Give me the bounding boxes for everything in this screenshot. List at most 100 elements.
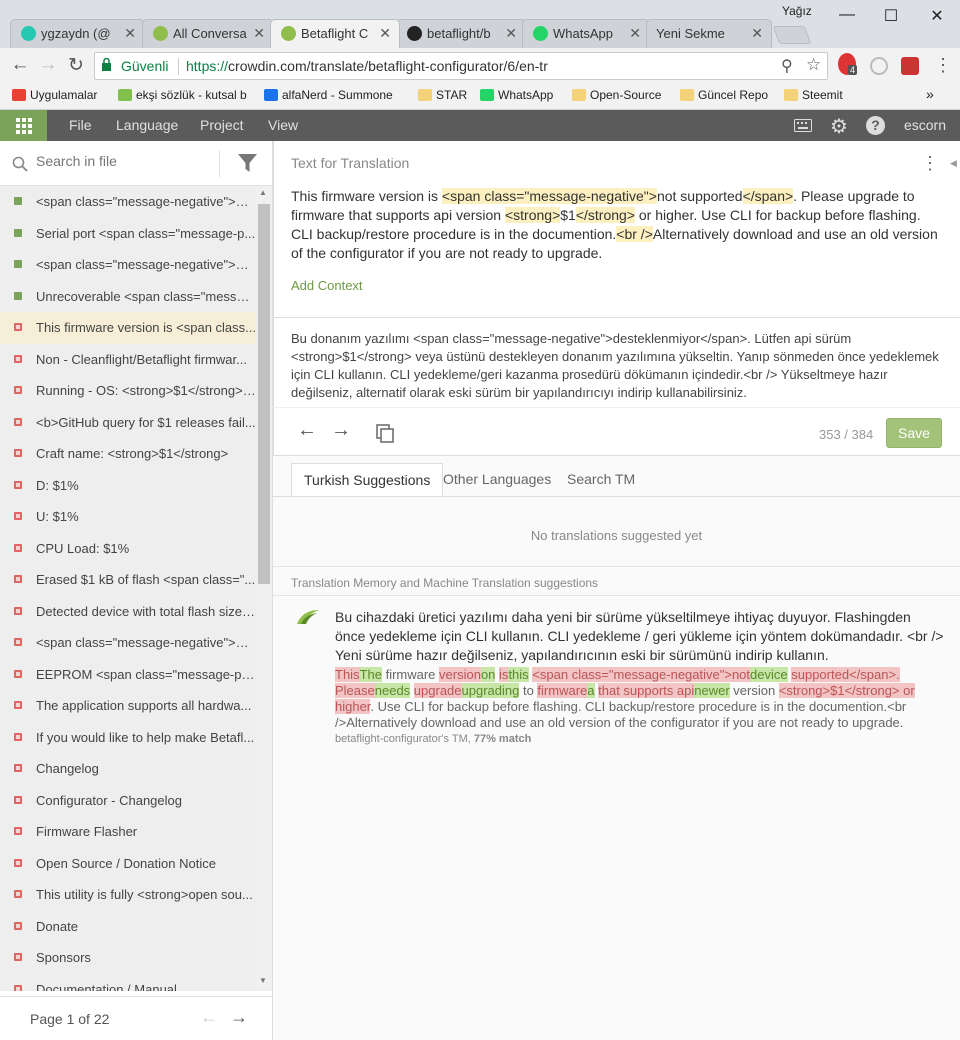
bookmark-item[interactable]: WhatsApp <box>480 88 553 102</box>
list-item[interactable]: Firmware Flasher <box>0 816 256 848</box>
scroll-down-icon[interactable]: ▼ <box>259 976 267 985</box>
apps-grid-button[interactable] <box>0 110 47 141</box>
keyboard-icon[interactable] <box>794 119 812 132</box>
tab-close-icon[interactable]: ✕ <box>379 25 391 42</box>
tab-close-icon[interactable]: ✕ <box>505 25 517 42</box>
untranslated-status-icon <box>14 480 22 489</box>
list-item[interactable]: The application supports all hardwa... <box>0 690 256 722</box>
list-item[interactable]: Changelog <box>0 753 256 785</box>
gear-icon[interactable]: ⚙ <box>830 114 848 139</box>
bookmarks-overflow-icon[interactable]: » <box>908 86 934 102</box>
window-profile-name[interactable]: Yağız <box>782 4 812 18</box>
search-input[interactable] <box>36 153 211 169</box>
back-icon[interactable]: ← <box>9 54 31 76</box>
save-button[interactable]: Save <box>886 418 942 448</box>
list-item[interactable]: Open Source / Donation Notice <box>0 848 256 880</box>
list-item[interactable]: Serial port <span class="message-p... <box>0 218 256 250</box>
list-item[interactable]: Non - Cleanflight/Betaflight firmwar... <box>0 344 256 376</box>
list-item[interactable]: <span class="message-negative">Er... <box>0 627 256 659</box>
wordpress-extension-icon[interactable] <box>870 57 888 75</box>
previous-string-icon[interactable]: ← <box>297 419 317 442</box>
red-extension-icon[interactable] <box>901 57 919 75</box>
list-item[interactable]: Unrecoverable <span class="messag... <box>0 281 256 313</box>
list-item[interactable]: If you would like to help make Betafl... <box>0 722 256 754</box>
untranslated-status-icon <box>14 953 22 961</box>
menu-file[interactable]: File <box>69 117 92 133</box>
list-item-label: Running - OS: <strong>$1</strong>, ... <box>36 383 256 398</box>
list-item[interactable]: Sponsors <box>0 942 256 974</box>
menu-view[interactable]: View <box>268 117 298 133</box>
list-item[interactable]: Donate <box>0 911 256 943</box>
bookmark-item[interactable]: ekşi sözlük - kutsal b <box>118 88 247 102</box>
tab-close-icon[interactable]: ✕ <box>629 25 641 42</box>
reload-icon[interactable]: ↻ <box>65 54 87 77</box>
help-icon[interactable]: ? <box>866 116 885 135</box>
tab-turkish-suggestions[interactable]: Turkish Suggestions <box>291 463 444 497</box>
bookmark-item[interactable]: Steemit <box>784 88 843 102</box>
bookmark-star-icon[interactable]: ☆ <box>806 55 821 75</box>
tab-close-icon[interactable]: ✕ <box>751 25 763 42</box>
list-item[interactable]: U: $1% <box>0 501 256 533</box>
list-scrollbar[interactable]: ▲ ▼ <box>256 186 272 991</box>
list-item[interactable]: Erased $1 kB of flash <span class="... <box>0 564 256 596</box>
close-window-icon[interactable]: ✕ <box>922 6 952 26</box>
zoom-search-icon[interactable]: ⚲ <box>781 56 793 76</box>
filter-icon[interactable] <box>238 154 257 172</box>
list-item[interactable]: Craft name: <strong>$1</strong> <box>0 438 256 470</box>
browser-tab[interactable]: WhatsApp ✕ <box>522 19 650 48</box>
tab-close-icon[interactable]: ✕ <box>124 25 136 42</box>
tab-search-tm[interactable]: Search TM <box>555 463 647 497</box>
tab-title: betaflight/b <box>427 26 491 41</box>
list-item[interactable]: This firmware version is <span class... <box>0 312 256 344</box>
list-item[interactable]: D: $1% <box>0 470 256 502</box>
bookmark-item[interactable]: Open-Source <box>572 88 661 102</box>
new-tab-button[interactable] <box>772 26 812 44</box>
browser-tab[interactable]: Yeni Sekme ✕ <box>646 19 772 48</box>
maximize-icon[interactable]: ☐ <box>876 6 906 26</box>
untranslated-status-icon <box>14 386 22 394</box>
list-item[interactable]: EEPROM <span class="message-posi... <box>0 659 256 691</box>
forward-icon[interactable]: → <box>37 54 59 76</box>
list-item[interactable]: Detected device with total flash size ..… <box>0 596 256 628</box>
prev-page-icon[interactable]: ← <box>200 1007 218 1028</box>
list-item[interactable]: Documentation / Manual <box>0 974 256 991</box>
list-item[interactable]: <b>GitHub query for $1 releases fail... <box>0 407 256 439</box>
list-item[interactable]: <span class="message-negative">Fai... <box>0 249 256 281</box>
bookmark-item[interactable]: alfaNerd - Summone <box>264 88 393 102</box>
copy-source-icon[interactable] <box>376 424 394 443</box>
list-item[interactable]: CPU Load: $1% <box>0 533 256 565</box>
more-options-icon[interactable]: ⋮ <box>921 153 939 174</box>
url-text[interactable]: https://crowdin.com/translate/betaflight… <box>186 58 548 74</box>
tab-close-icon[interactable]: ✕ <box>253 25 265 42</box>
user-menu[interactable]: escorn <box>904 117 946 133</box>
add-context-link[interactable]: Add Context <box>291 278 363 293</box>
untranslated-status-icon <box>14 858 22 867</box>
diff-text: . Use CLI for backup before flashing. CL… <box>335 699 907 730</box>
browser-tab[interactable]: Betaflight C ✕ <box>270 19 400 48</box>
bookmark-item[interactable]: STAR <box>418 88 467 102</box>
list-item[interactable]: Running - OS: <strong>$1</strong>, ... <box>0 375 256 407</box>
tm-suggestion[interactable]: Bu cihazdaki üretici yazılımı daha yeni … <box>273 596 960 756</box>
scrollbar-thumb[interactable] <box>258 204 270 584</box>
browser-menu-icon[interactable]: ⋮ <box>934 55 952 76</box>
bookmark-item[interactable]: Uygulamalar <box>12 88 97 102</box>
list-item[interactable]: This utility is fully <strong>open sou..… <box>0 879 256 911</box>
menu-project[interactable]: Project <box>200 117 244 133</box>
next-string-icon[interactable]: → <box>331 419 351 442</box>
translation-text[interactable]: Bu donanım yazılımı <span class="message… <box>291 330 951 402</box>
menu-language[interactable]: Language <box>116 117 178 133</box>
translation-editor[interactable]: Bu donanım yazılımı <span class="message… <box>273 317 960 407</box>
browser-tab[interactable]: ygzaydn (@ ✕ <box>10 19 145 48</box>
list-item[interactable]: <span class="message-negative">Fai... <box>0 186 256 218</box>
scroll-up-icon[interactable]: ▲ <box>259 188 267 197</box>
tab-other-languages[interactable]: Other Languages <box>431 463 563 497</box>
browser-tab[interactable]: All Conversa ✕ <box>142 19 274 48</box>
collapse-panel-icon[interactable]: ◀ <box>950 158 957 169</box>
untranslated-status-icon <box>14 449 22 457</box>
list-item[interactable]: Configurator - Changelog <box>0 785 256 817</box>
browser-tab[interactable]: betaflight/b ✕ <box>396 19 526 48</box>
bookmark-item[interactable]: Güncel Repo <box>680 88 768 102</box>
next-page-icon[interactable]: → <box>230 1007 248 1028</box>
minimize-icon[interactable]: — <box>832 6 862 24</box>
address-bar[interactable]: Güvenli https://crowdin.com/translate/be… <box>94 52 828 80</box>
